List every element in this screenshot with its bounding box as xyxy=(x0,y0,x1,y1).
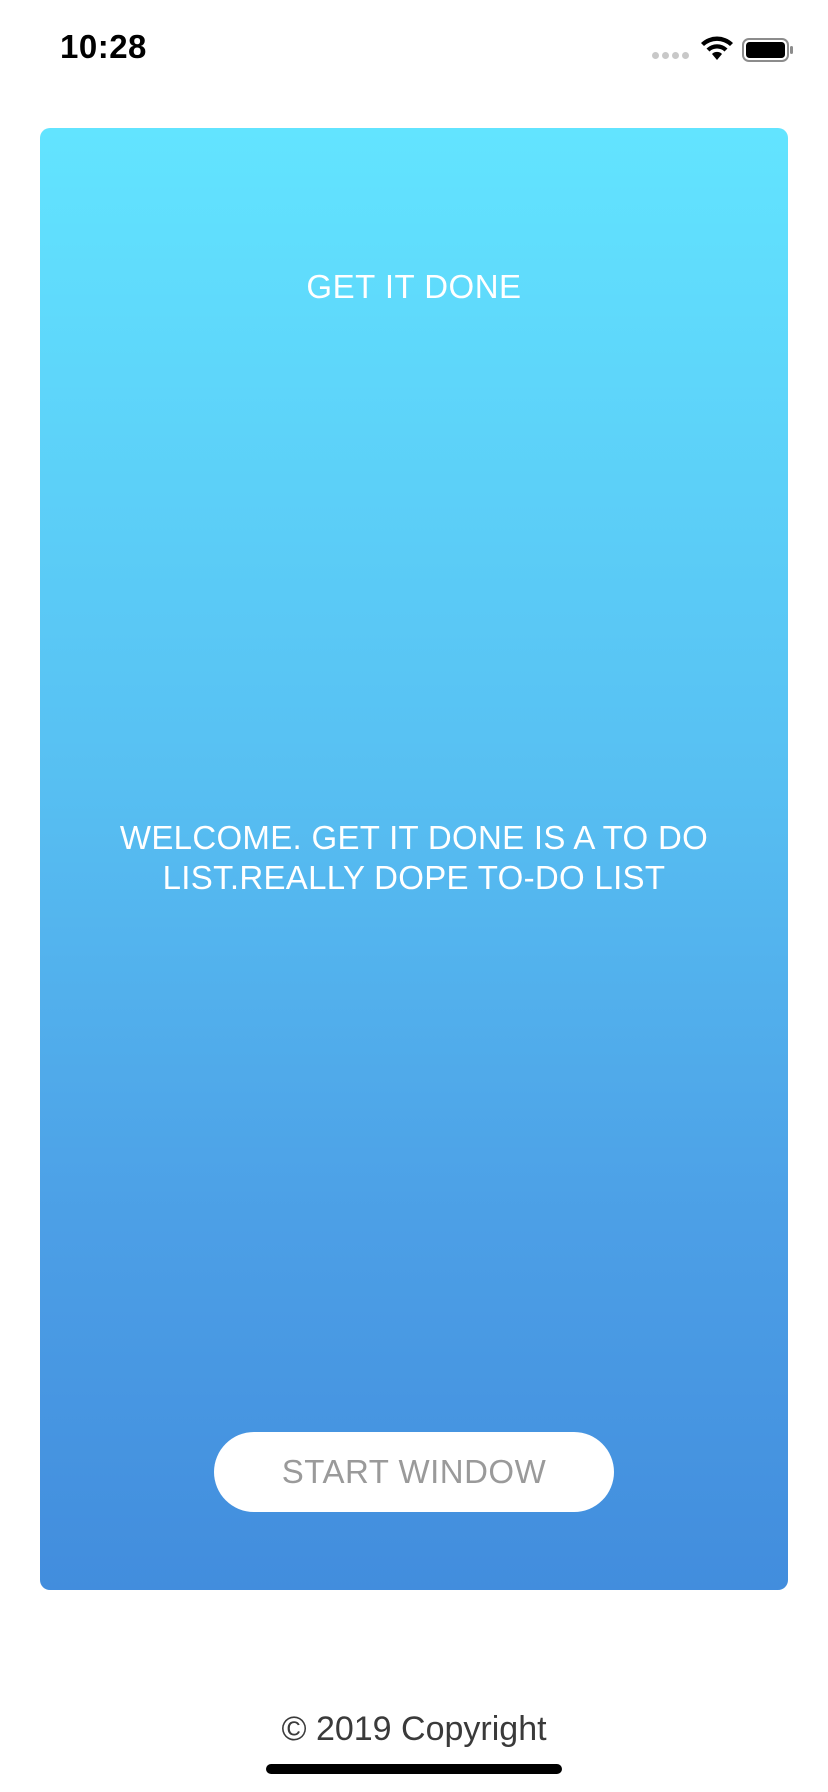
welcome-message: WELCOME. GET IT DONE IS A TO DO LIST.REA… xyxy=(119,819,709,896)
app-screen: 10:28 GET IT DONE WELCOME. GET IT DONE I… xyxy=(0,0,828,1792)
wifi-icon xyxy=(701,36,733,60)
start-window-button[interactable]: START WINDOW xyxy=(214,1432,614,1512)
battery-icon xyxy=(742,38,793,62)
status-time: 10:28 xyxy=(60,28,147,65)
app-title: GET IT DONE xyxy=(306,268,522,305)
welcome-card: GET IT DONE WELCOME. GET IT DONE IS A TO… xyxy=(40,128,788,1590)
status-bar: 10:28 xyxy=(0,0,828,100)
signal-dots-icon xyxy=(652,52,690,62)
copyright-text: © 2019 Copyright xyxy=(281,1710,547,1748)
home-indicator[interactable] xyxy=(266,1764,562,1774)
